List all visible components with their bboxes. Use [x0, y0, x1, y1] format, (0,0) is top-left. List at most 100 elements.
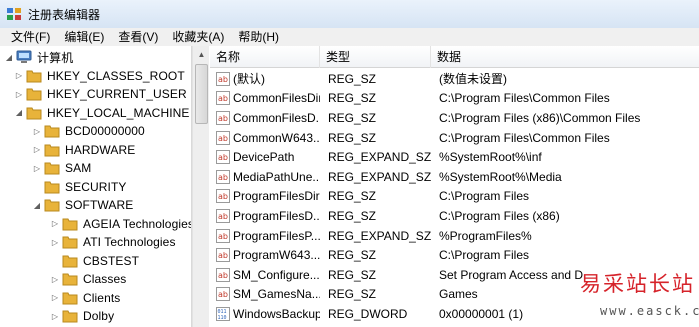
- value-row[interactable]: ab ProgramFilesD... REG_SZ C:\Program Fi…: [210, 206, 699, 226]
- value-row[interactable]: ab ProgramFilesP... REG_EXPAND_SZ %Progr…: [210, 226, 699, 246]
- string-value-icon: ab: [216, 169, 230, 184]
- value-row[interactable]: ab MediaPathUne... REG_EXPAND_SZ %System…: [210, 167, 699, 187]
- menu-edit[interactable]: 编辑(E): [57, 28, 111, 46]
- value-name-cell: ab CommonFilesDir: [210, 91, 320, 106]
- column-header-name[interactable]: 名称: [210, 46, 320, 68]
- value-data: %SystemRoot%\Media: [439, 169, 562, 184]
- string-value-icon: ab: [216, 228, 230, 243]
- expand-arrow-icon[interactable]: ▷: [32, 159, 42, 177]
- value-row[interactable]: ab ProgramFilesDir REG_SZ C:\Program Fil…: [210, 187, 699, 207]
- tree-item-label: CBSTEST: [83, 253, 140, 268]
- value-name: ProgramW643...: [233, 248, 320, 263]
- tree-item[interactable]: ▷ AGEIA Technologies: [50, 215, 192, 233]
- value-data: C:\Program Files: [439, 189, 530, 204]
- menu-favorites[interactable]: 收藏夹(A): [165, 28, 231, 46]
- tree-scrollbar[interactable]: ▲: [192, 46, 209, 327]
- tree-item[interactable]: SECURITY: [32, 178, 126, 196]
- tree-item[interactable]: ▷ BCD00000000: [32, 122, 145, 140]
- string-value-icon: ab: [216, 267, 230, 282]
- expand-arrow-icon[interactable]: ▷: [14, 85, 24, 103]
- value-data: C:\Program Files (x86)\Common Files: [439, 110, 641, 125]
- tree-item-label: AGEIA Technologies: [83, 216, 192, 231]
- value-data: C:\Program Files\Common Files: [439, 130, 610, 145]
- expand-arrow-icon[interactable]: ▷: [32, 141, 42, 159]
- svg-text:ab: ab: [218, 251, 228, 260]
- value-name-cell: 011 110 WindowsBackup: [210, 306, 320, 321]
- value-row[interactable]: ab (默认) REG_SZ (数值未设置): [210, 69, 699, 89]
- expand-arrow-icon[interactable]: ▷: [50, 215, 60, 233]
- value-row[interactable]: ab ProgramW643... REG_SZ C:\Program File…: [210, 245, 699, 265]
- regedit-icon: [7, 8, 21, 20]
- value-type: REG_SZ: [328, 71, 377, 86]
- value-type: REG_SZ: [328, 287, 377, 302]
- svg-text:ab: ab: [218, 173, 228, 182]
- collapse-arrow-icon[interactable]: ◢: [32, 196, 42, 214]
- tree-item[interactable]: ▷ HKEY_CLASSES_ROOT: [14, 67, 185, 85]
- expand-arrow-icon[interactable]: ▷: [32, 122, 42, 140]
- value-name-cell: ab ProgramFilesD...: [210, 208, 320, 223]
- tree-item[interactable]: ◢ SOFTWARE: [32, 196, 133, 214]
- tree-item[interactable]: ◢ HKEY_LOCAL_MACHINE: [14, 104, 190, 122]
- string-value-icon: ab: [216, 248, 230, 263]
- string-value-icon: ab: [216, 287, 230, 302]
- svg-text:ab: ab: [218, 232, 228, 241]
- folder-icon: [62, 255, 78, 267]
- value-row[interactable]: ab CommonW643... REG_SZ C:\Program Files…: [210, 128, 699, 148]
- tree-item[interactable]: ▷ ATI Technologies: [50, 233, 176, 251]
- value-name-cell: ab DevicePath: [210, 150, 320, 165]
- tree-item-label: HKEY_CLASSES_ROOT: [47, 68, 185, 83]
- svg-text:ab: ab: [218, 212, 228, 221]
- value-type: REG_EXPAND_SZ: [328, 228, 431, 243]
- tree-item-label: ATI Technologies: [83, 235, 176, 249]
- value-row[interactable]: ab CommonFilesDir REG_SZ C:\Program File…: [210, 89, 699, 109]
- menu-help[interactable]: 帮助(H): [231, 28, 286, 46]
- tree-item-label: 计算机: [37, 50, 74, 65]
- tree-item[interactable]: ▷ Classes: [50, 270, 126, 288]
- tree-item[interactable]: ▷ HKEY_CURRENT_USER: [14, 85, 187, 103]
- collapse-arrow-icon[interactable]: ◢: [4, 48, 14, 66]
- tree-item-label: Classes: [83, 272, 127, 286]
- expand-arrow-icon[interactable]: ▷: [50, 270, 60, 288]
- value-name: CommonFilesD...: [233, 110, 320, 125]
- expand-arrow-icon[interactable]: ▷: [50, 289, 60, 307]
- value-data: C:\Program Files\Common Files: [439, 91, 610, 106]
- value-name: MediaPathUne...: [233, 169, 320, 184]
- svg-text:ab: ab: [218, 114, 228, 123]
- value-name-cell: ab CommonW643...: [210, 130, 320, 145]
- value-name-cell: ab SM_GamesNa...: [210, 287, 320, 302]
- value-type: REG_SZ: [328, 189, 377, 204]
- tree-item[interactable]: ▷ HARDWARE: [32, 141, 135, 159]
- value-type: REG_SZ: [328, 267, 377, 282]
- tree-item[interactable]: ▷ Dolby: [50, 307, 114, 325]
- tree-item-label: Clients: [83, 290, 121, 305]
- collapse-arrow-icon[interactable]: ◢: [14, 104, 24, 122]
- computer-icon: [16, 50, 32, 63]
- expand-arrow-icon[interactable]: ▷: [14, 67, 24, 85]
- value-type: REG_DWORD: [328, 306, 408, 321]
- menu-file[interactable]: 文件(F): [4, 28, 57, 46]
- title-bar: 注册表编辑器: [0, 0, 699, 28]
- value-name-cell: ab SM_Configure...: [210, 267, 320, 282]
- svg-text:ab: ab: [218, 290, 228, 299]
- value-type: REG_SZ: [328, 130, 377, 145]
- value-type: REG_SZ: [328, 91, 377, 106]
- menu-view[interactable]: 查看(V): [111, 28, 165, 46]
- value-row[interactable]: ab CommonFilesD... REG_SZ C:\Program Fil…: [210, 108, 699, 128]
- value-name-cell: ab ProgramW643...: [210, 248, 320, 263]
- watermark: 易采站长站 www.easck.com: [580, 268, 699, 327]
- watermark-url: www.easck.com: [600, 304, 699, 318]
- tree-item[interactable]: CBSTEST: [50, 252, 139, 270]
- tree-item-computer[interactable]: ◢ 计算机: [4, 48, 73, 66]
- folder-icon: [44, 162, 60, 175]
- expand-arrow-icon[interactable]: ▷: [50, 307, 60, 325]
- folder-icon: [62, 292, 78, 304]
- tree-item[interactable]: ▷ Clients: [50, 289, 120, 307]
- scroll-up-arrow-icon[interactable]: ▲: [195, 48, 208, 62]
- column-header-data[interactable]: 数据: [431, 46, 699, 68]
- column-header-type[interactable]: 类型: [320, 46, 431, 68]
- expand-arrow-icon[interactable]: ▷: [50, 233, 60, 251]
- scrollbar-thumb[interactable]: [195, 64, 208, 124]
- value-row[interactable]: ab DevicePath REG_EXPAND_SZ %SystemRoot%…: [210, 147, 699, 167]
- folder-icon: [44, 144, 60, 156]
- tree-item[interactable]: ▷ SAM: [32, 159, 91, 177]
